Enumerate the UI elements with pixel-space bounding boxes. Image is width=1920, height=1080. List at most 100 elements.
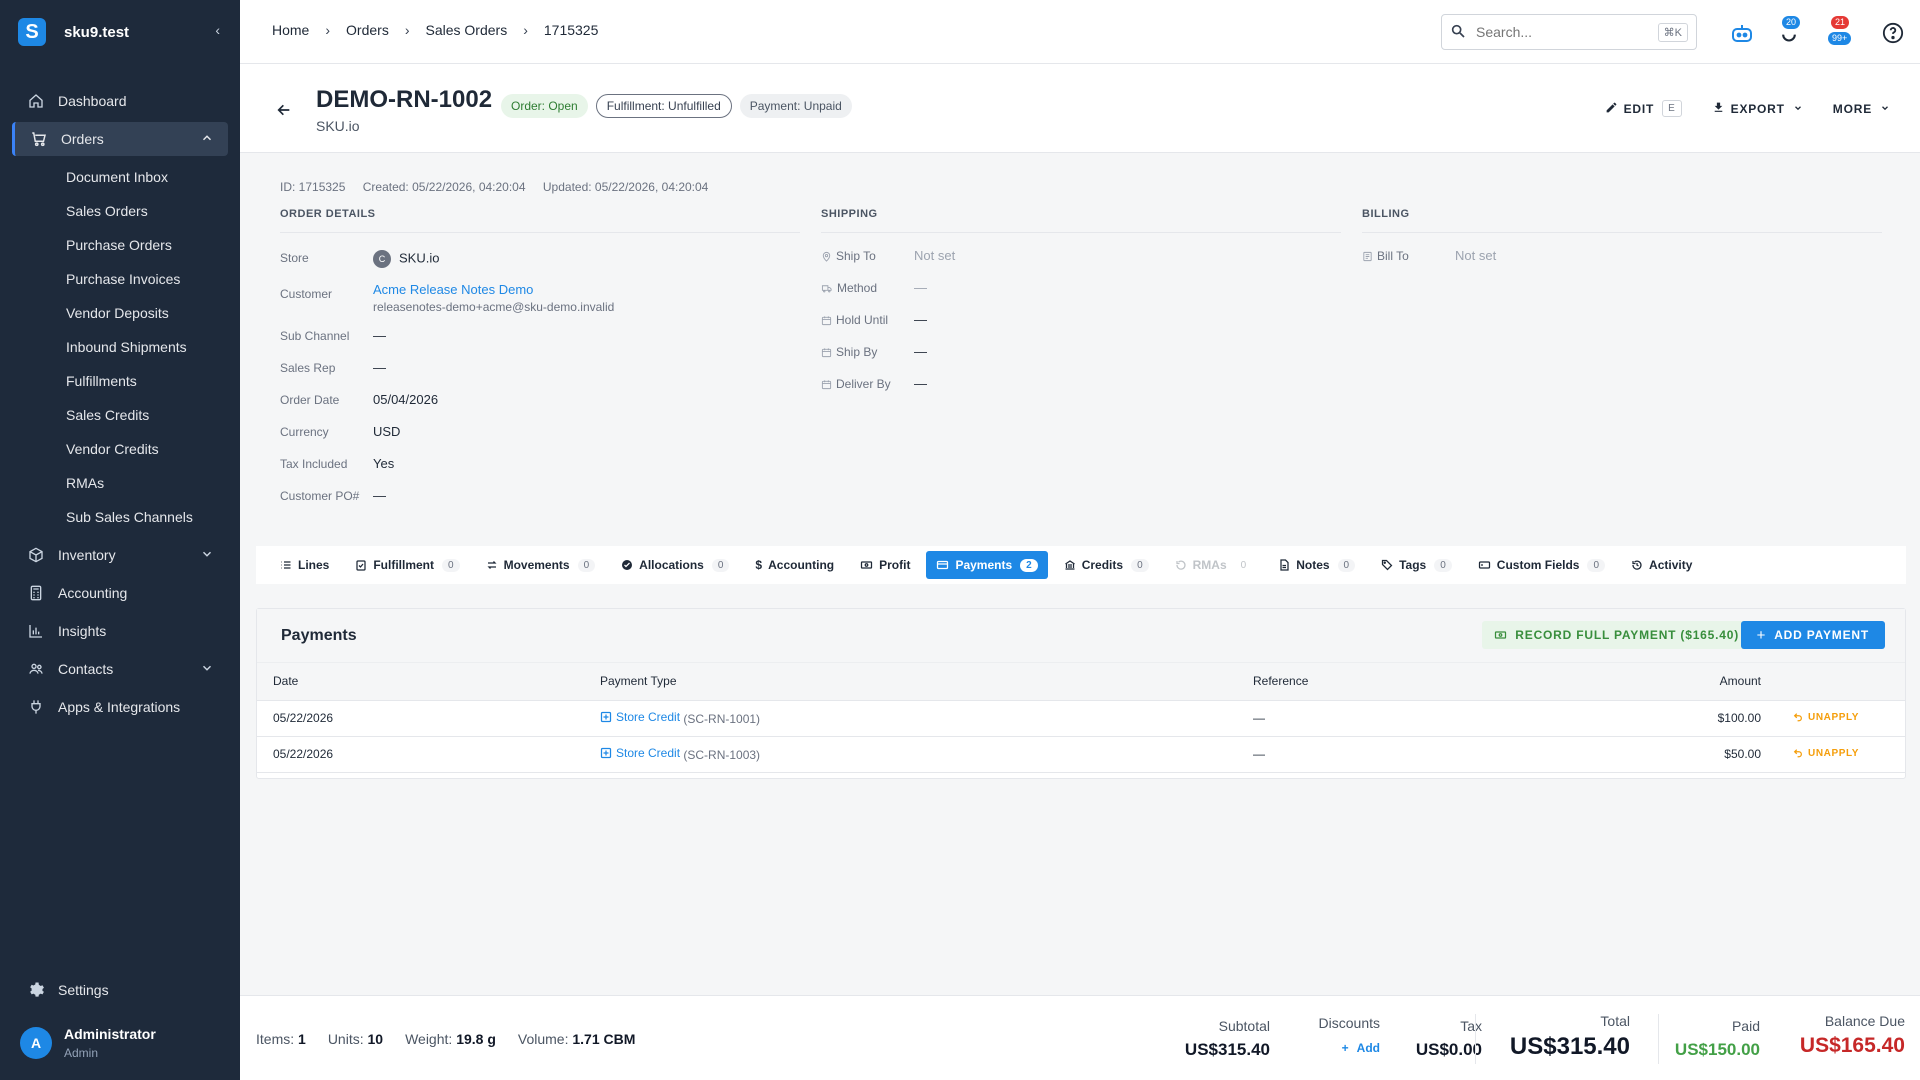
pencil-icon [1605,101,1618,117]
user-menu[interactable]: A Administrator Admin [20,1026,156,1060]
sidebar-item-inventory[interactable]: Inventory [12,538,228,572]
column-amount[interactable]: Amount [1537,663,1777,701]
tab-tags[interactable]: Tags 0 [1371,551,1462,579]
tab-movements[interactable]: Movements 0 [476,551,606,579]
payment-type-link[interactable]: Store Credit [600,710,680,724]
unapply-button[interactable]: UNAPPLY [1793,712,1859,723]
sidebar-subitem-purchase-invoices[interactable]: Purchase Invoices [0,262,240,296]
assistant-bot-button[interactable] [1729,20,1755,46]
breadcrumb-orders[interactable]: Orders [346,22,389,38]
sidebar-item-label: Insights [58,623,107,639]
sidebar-subitem-sales-credits[interactable]: Sales Credits [0,398,240,432]
back-button[interactable] [276,102,292,121]
chevron-right-icon: › [404,22,410,38]
payment-date: 05/22/2026 [257,736,584,773]
sidebar-item-dashboard[interactable]: Dashboard [12,84,228,118]
tab-fulfillment[interactable]: Fulfillment 0 [345,551,469,579]
chevron-down-icon [200,661,214,678]
sidebar-item-apps-integrations[interactable]: Apps & Integrations [12,690,228,724]
sidebar-subitem-sales-orders[interactable]: Sales Orders [0,194,240,228]
list-icon [281,561,291,569]
location-pin-icon [822,251,831,262]
plus-icon: + [1756,626,1767,644]
order-header: DEMO-RN-1002 SKU.io Order: Open Fulfillm… [240,64,1920,153]
column-reference[interactable]: Reference [1237,663,1537,701]
tab-profit[interactable]: Profit [850,551,920,579]
order-tabs: Lines Fulfillment 0 Movements 0 Allocation… [256,546,1906,584]
tab-notes[interactable]: Notes 0 [1268,551,1365,579]
store-credit-icon [600,747,612,759]
search-input[interactable] [1476,24,1646,40]
tab-activity[interactable]: Activity [1621,551,1702,579]
sidebar-subitem-vendor-deposits[interactable]: Vendor Deposits [0,296,240,330]
tab-payments[interactable]: Payments 2 [926,551,1048,579]
sidebar-item-contacts[interactable]: Contacts [12,652,228,686]
field-tax-included: Tax Included Yes [280,456,395,471]
column-payment-type[interactable]: Payment Type [584,663,1237,701]
help-icon[interactable] [1880,20,1906,46]
calendar-icon [821,315,832,325]
tab-count: 2 [1020,558,1038,572]
sidebar: S sku9.test ‹ Dashboard Orders Document … [0,0,240,1080]
tab-lines[interactable]: Lines [270,551,339,579]
order-totals-footer: Items: 1 Units: 10 Weight: 19.8 g Volume… [240,995,1920,1080]
sidebar-subitem-inbound-shipments[interactable]: Inbound Shipments [0,330,240,364]
brand[interactable]: S sku9.test [18,18,129,46]
header-actions: EDIT E EXPORT MORE [1575,100,1890,117]
note-icon [1280,559,1289,571]
sidebar-bottom: Settings [12,973,228,1007]
unapply-button[interactable]: UNAPPLY [1793,748,1859,759]
sidebar-subitem-sub-sales-channels[interactable]: Sub Sales Channels [0,500,240,534]
tab-accounting[interactable]: $ Accounting [745,551,844,579]
sidebar-item-accounting[interactable]: Accounting [12,576,228,610]
search-box[interactable]: ⌘K [1441,14,1697,50]
app-name: sku9.test [64,23,130,41]
shipping-section: SHIPPING Ship To Not set Method — Hold U… [821,208,1341,401]
tab-custom-fields[interactable]: Custom Fields 0 [1468,551,1615,579]
field-store: Store C SKU.io [280,243,800,275]
record-full-payment-button[interactable]: RECORD FULL PAYMENT ($165.40) [1482,621,1751,649]
sidebar-item-settings[interactable]: Settings [12,973,228,1007]
order-status-badge: Order: Open [501,94,588,118]
breadcrumb-sales-orders[interactable]: Sales Orders [426,22,508,38]
tab-credits[interactable]: Credits 0 [1054,551,1159,579]
sidebar-item-insights[interactable]: Insights [12,614,228,648]
sidebar-subitem-rmas[interactable]: RMAs [0,466,240,500]
tab-rmas[interactable]: RMAs 0 [1165,551,1263,579]
payment-type-ref: (SC-RN-1003) [683,748,761,762]
breadcrumb-current: 1715325 [543,22,599,38]
column-date[interactable]: Date [257,663,584,701]
sidebar-subitem-purchase-orders[interactable]: Purchase Orders [0,228,240,262]
more-label: MORE [1832,101,1872,116]
payment-type-link[interactable]: Store Credit [600,746,680,760]
sidebar-item-orders[interactable]: Orders [12,122,228,156]
payment-amount: $50.00 [1537,736,1777,773]
tab-count: 0 [1131,558,1149,572]
arrows-icon [487,561,497,569]
payment-date: 05/22/2026 [257,700,584,737]
payments-panel: Payments RECORD FULL PAYMENT ($165.40) +… [256,608,1906,779]
tab-count: 0 [577,558,596,572]
topbar: Home › Orders › Sales Orders › 1715325 ⌘… [240,0,1920,64]
collapse-sidebar-button[interactable]: ‹ [215,22,220,38]
breadcrumb-home[interactable]: Home [272,22,309,38]
stat-weight: Weight: 19.8 g [405,1031,496,1047]
created-at: Created: 05/22/2026, 04:20:04 [362,180,526,194]
add-payment-button[interactable]: + ADD PAYMENT [1740,621,1885,649]
edit-button[interactable]: EDIT E [1605,100,1682,117]
customer-link[interactable]: Acme Release Notes Demo [373,282,614,297]
cash-icon [1495,631,1507,639]
sidebar-subitem-fulfillments[interactable]: Fulfillments [0,364,240,398]
stat-volume: Volume: 1.71 CBM [517,1031,636,1047]
export-label: EXPORT [1730,101,1785,116]
balance-due: Balance Due US$165.40 [1799,1013,1905,1057]
truck-icon [821,284,832,292]
payment-reference: — [1237,736,1537,773]
more-button[interactable]: MORE [1833,102,1890,116]
sidebar-subitem-vendor-credits[interactable]: Vendor Credits [0,432,240,466]
tab-allocations[interactable]: Allocations 0 [611,551,739,579]
subtotal: Subtotal US$315.40 [1184,1018,1270,1059]
export-button[interactable]: EXPORT [1712,101,1803,117]
sidebar-subitem-document-inbox[interactable]: Document Inbox [0,160,240,194]
add-discount-button[interactable]: + Add [1280,1041,1380,1055]
